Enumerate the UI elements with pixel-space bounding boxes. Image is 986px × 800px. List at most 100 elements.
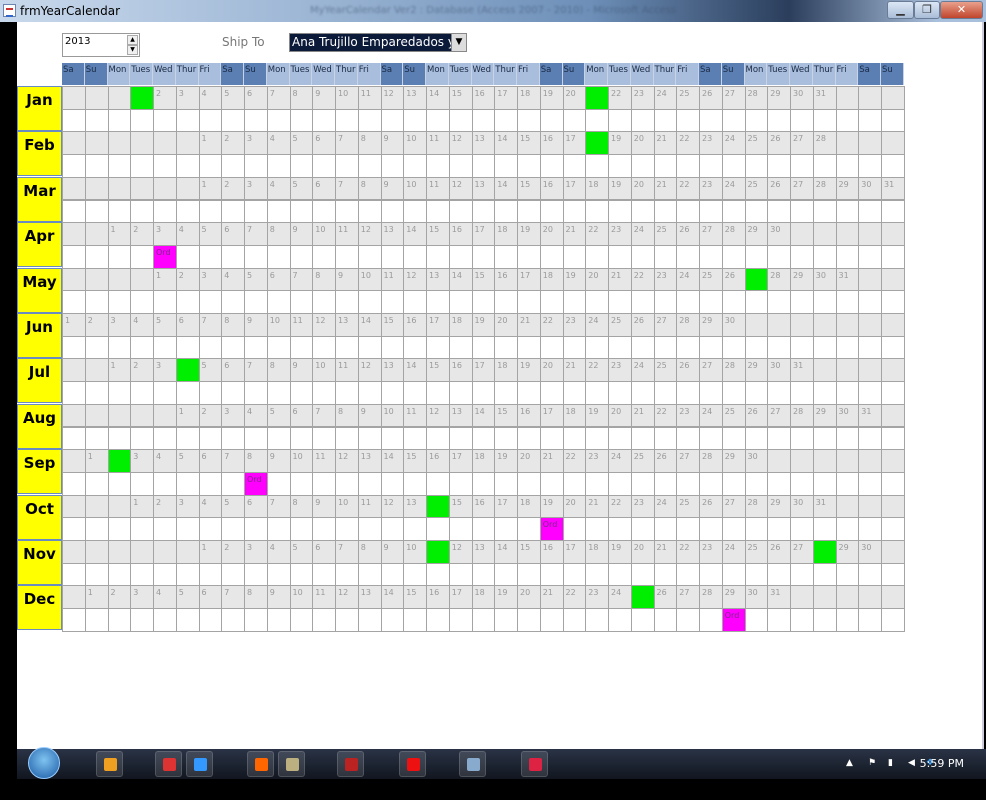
- day-cell[interactable]: 20: [539, 222, 564, 246]
- day-cell[interactable]: 14: [426, 86, 450, 110]
- order-slot[interactable]: [744, 381, 769, 405]
- empty-cell[interactable]: [881, 313, 905, 337]
- order-slot[interactable]: [812, 244, 837, 269]
- order-slot[interactable]: [221, 381, 245, 405]
- empty-cell[interactable]: [175, 131, 200, 156]
- day-cell[interactable]: 9: [335, 267, 359, 292]
- order-slot[interactable]: [630, 335, 655, 360]
- empty-cell[interactable]: [84, 267, 109, 292]
- order-slot[interactable]: [608, 290, 632, 314]
- order-slot[interactable]: [517, 517, 541, 541]
- order-slot[interactable]: [653, 426, 678, 451]
- order-slot[interactable]: [494, 199, 518, 224]
- day-cell[interactable]: 3: [130, 449, 154, 473]
- order-slot[interactable]: [244, 517, 268, 541]
- empty-cell[interactable]: [62, 403, 86, 428]
- day-cell[interactable]: 29: [790, 267, 814, 292]
- order-slot[interactable]: [335, 244, 359, 269]
- day-cell[interactable]: 17: [539, 403, 564, 428]
- empty-cell[interactable]: [84, 494, 109, 519]
- order-slot[interactable]: [312, 199, 336, 224]
- order-slot[interactable]: [244, 244, 268, 269]
- order-slot[interactable]: [198, 381, 223, 405]
- empty-cell[interactable]: [84, 403, 109, 428]
- order-slot[interactable]: [107, 562, 132, 587]
- order-slot[interactable]: [858, 244, 882, 269]
- order-slot[interactable]: [585, 562, 609, 587]
- order-slot[interactable]: [721, 426, 746, 451]
- day-cell[interactable]: 25: [676, 494, 700, 519]
- order-slot[interactable]: [699, 608, 723, 632]
- order-slot[interactable]: [767, 426, 791, 451]
- day-cell[interactable]: 11: [335, 222, 359, 246]
- day-cell[interactable]: 6: [221, 222, 245, 246]
- order-slot[interactable]: [244, 290, 268, 314]
- order-slot[interactable]: [62, 154, 86, 178]
- order-slot[interactable]: [835, 335, 860, 360]
- day-cell[interactable]: 22: [585, 222, 609, 246]
- day-cell[interactable]: 22: [676, 540, 700, 564]
- order-slot[interactable]: [426, 381, 450, 405]
- order-slot[interactable]: [721, 335, 746, 360]
- order-slot[interactable]: [153, 154, 177, 178]
- order-slot[interactable]: [790, 290, 814, 314]
- day-cell[interactable]: 15: [517, 176, 541, 201]
- order-slot[interactable]: [84, 471, 109, 496]
- day-cell[interactable]: 15: [448, 494, 473, 519]
- order-slot[interactable]: [562, 108, 587, 133]
- order-slot[interactable]: [630, 108, 655, 133]
- day-cell[interactable]: 10: [403, 176, 427, 201]
- order-slot[interactable]: [221, 108, 245, 133]
- order-slot[interactable]: [426, 154, 450, 178]
- day-cell[interactable]: 15: [517, 131, 541, 156]
- order-slot[interactable]: [539, 426, 564, 451]
- day-cell[interactable]: 4: [198, 86, 223, 110]
- day-cell[interactable]: 12: [448, 131, 473, 156]
- order-slot[interactable]: [198, 154, 223, 178]
- order-slot[interactable]: [471, 199, 496, 224]
- day-cell[interactable]: 7: [244, 222, 268, 246]
- day-cell[interactable]: 11: [403, 403, 427, 428]
- day-cell[interactable]: 21: [608, 267, 632, 292]
- day-cell[interactable]: 22: [562, 585, 587, 610]
- day-cell[interactable]: 2: [107, 585, 132, 610]
- order-slot[interactable]: [198, 199, 223, 224]
- order-slot[interactable]: [767, 244, 791, 269]
- day-cell[interactable]: 1: [62, 313, 86, 337]
- day-cell[interactable]: 20: [562, 86, 587, 110]
- day-cell[interactable]: 25: [653, 222, 678, 246]
- order-slot[interactable]: [767, 335, 791, 360]
- order-slot[interactable]: [426, 471, 450, 496]
- taskbar-acrobat-icon[interactable]: [399, 751, 426, 777]
- taskbar-windows-explorer-icon[interactable]: [459, 751, 486, 777]
- order-slot[interactable]: [835, 154, 860, 178]
- empty-cell[interactable]: [744, 313, 769, 337]
- day-cell[interactable]: 8: [289, 86, 314, 110]
- day-cell[interactable]: 22: [539, 313, 564, 337]
- order-slot[interactable]: [335, 335, 359, 360]
- order-slot[interactable]: [84, 381, 109, 405]
- day-cell[interactable]: 17: [562, 176, 587, 201]
- day-cell[interactable]: 9: [312, 494, 336, 519]
- empty-cell[interactable]: [835, 494, 860, 519]
- empty-cell[interactable]: [881, 267, 905, 292]
- day-cell[interactable]: 29: [835, 176, 860, 201]
- day-cell[interactable]: 20: [585, 267, 609, 292]
- day-cell[interactable]: 15: [380, 313, 405, 337]
- order-slot[interactable]: [244, 381, 268, 405]
- order-slot[interactable]: [335, 381, 359, 405]
- order-slot[interactable]: [494, 608, 518, 632]
- empty-cell[interactable]: [107, 267, 132, 292]
- order-slot[interactable]: [175, 244, 200, 269]
- empty-cell[interactable]: [812, 222, 837, 246]
- order-slot[interactable]: [790, 426, 814, 451]
- day-cell[interactable]: 20: [517, 585, 541, 610]
- order-slot[interactable]: [562, 562, 587, 587]
- empty-cell[interactable]: [881, 403, 905, 428]
- day-cell[interactable]: 8: [357, 540, 382, 564]
- order-slot[interactable]: [812, 154, 837, 178]
- order-slot[interactable]: [312, 608, 336, 632]
- order-slot[interactable]: [744, 426, 769, 451]
- order-slot[interactable]: [653, 108, 678, 133]
- day-cell[interactable]: 12: [357, 358, 382, 383]
